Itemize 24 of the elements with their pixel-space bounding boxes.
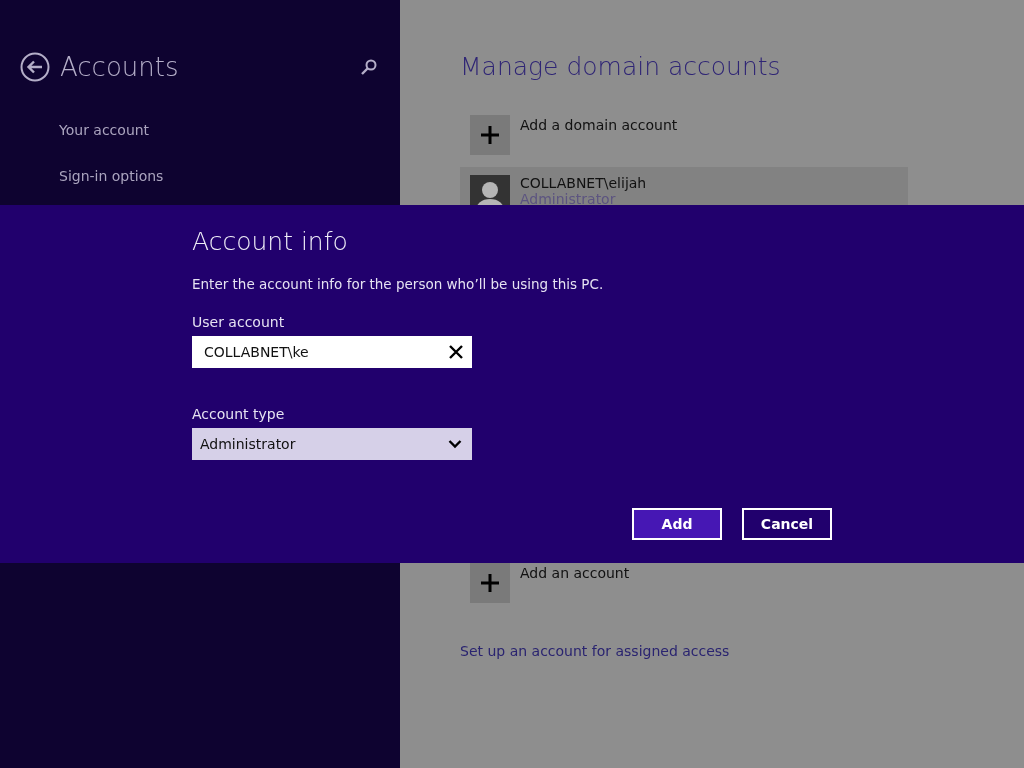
- add-domain-account-button[interactable]: [470, 115, 510, 155]
- add-account-button[interactable]: [470, 563, 510, 603]
- dialog-description: Enter the account info for the person who’ll be using this PC.: [192, 276, 605, 292]
- plus-icon: [480, 573, 500, 593]
- user-account-field[interactable]: COLLABNET\ke: [192, 336, 472, 368]
- back-icon[interactable]: [20, 52, 50, 82]
- dialog-title: Account info: [192, 227, 349, 256]
- cancel-button[interactable]: Cancel: [742, 508, 832, 540]
- add-account-label: Add an account: [520, 565, 630, 583]
- sidebar-item[interactable]: Sign-in options: [59, 168, 380, 184]
- plus-icon: [480, 125, 500, 145]
- account-name: COLLABNET\elijah: [520, 175, 647, 191]
- add-domain-account-label: Add a domain account: [520, 117, 678, 135]
- section-title: Manage domain accounts: [460, 52, 782, 81]
- field-label: User account: [192, 314, 286, 330]
- page-title: Accounts: [60, 52, 180, 82]
- add-button[interactable]: Add: [632, 508, 722, 540]
- clear-icon[interactable]: [448, 344, 464, 360]
- field-label: Account type: [192, 406, 286, 422]
- search-icon[interactable]: [360, 58, 378, 76]
- chevron-down-icon: [448, 439, 462, 449]
- assigned-access-link[interactable]: Set up an account for assigned access: [460, 643, 730, 659]
- sidebar-item[interactable]: Your account: [59, 122, 380, 138]
- account-type-dropdown[interactable]: Administrator: [192, 428, 472, 460]
